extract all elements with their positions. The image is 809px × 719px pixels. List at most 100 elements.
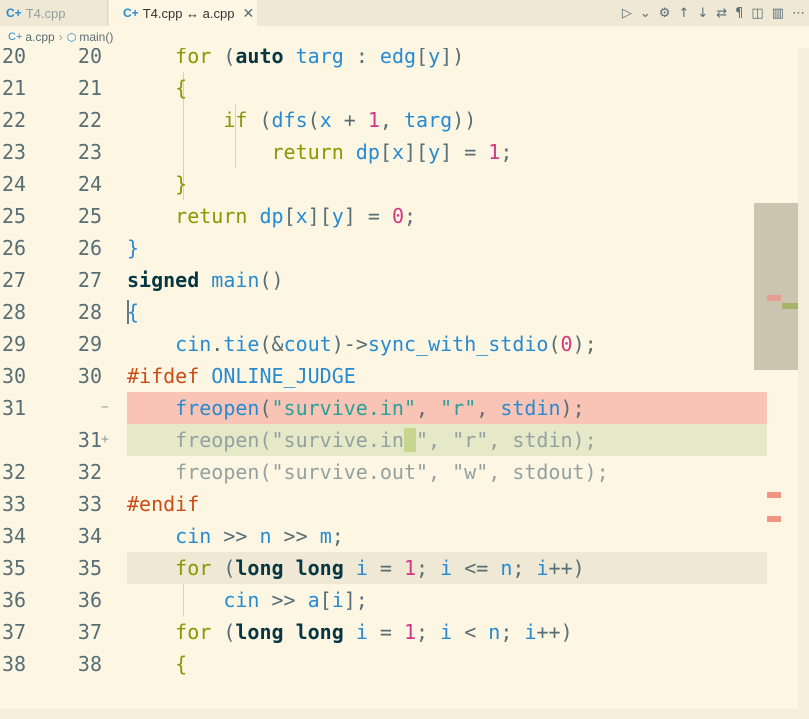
code-line[interactable]: 30 30 #ifdef ONLINE_JUDGE <box>0 360 809 392</box>
code-line[interactable]: 33 33 #endif <box>0 488 809 520</box>
open-file-icon[interactable]: ◫ <box>751 6 763 21</box>
code-token: 0 <box>391 204 405 228</box>
cpp-file-icon: C+ <box>6 6 22 20</box>
code-text[interactable]: #endif <box>127 488 199 520</box>
code-text[interactable]: signed main() <box>127 264 284 296</box>
line-number-modified: 30 <box>77 364 102 388</box>
code-text[interactable]: for (long long i = 1; i < n; i++) <box>127 616 572 648</box>
line-number-original: 23 <box>2 140 27 164</box>
code-text[interactable]: cin >> a[i]; <box>127 584 368 616</box>
code-text[interactable]: #ifdef ONLINE_JUDGE <box>127 360 356 392</box>
code-text[interactable]: return dp[x][y] = 1; <box>127 136 513 168</box>
code-line[interactable]: 35 35 for (long long i = 1; i <= n; i++) <box>0 552 809 584</box>
code-token: return <box>271 140 344 164</box>
code-token: m <box>319 524 332 548</box>
code-token: dfs <box>271 108 308 132</box>
code-text[interactable]: cin.tie(&cout)->sync_with_stdio(0); <box>127 328 597 360</box>
line-number-original: 32 <box>2 460 27 484</box>
code-line[interactable]: 28 28{ <box>0 296 809 328</box>
code-token: i <box>331 588 344 612</box>
code-line[interactable]: 31 + freopen("survive.in ", "r", stdin); <box>0 424 809 456</box>
code-text[interactable]: } <box>127 168 187 200</box>
line-number-original: 31 <box>2 396 27 420</box>
minimap-slider[interactable] <box>754 203 798 370</box>
code-token: { <box>175 652 188 676</box>
code-token: freopen("survive.in ", "r", stdin); <box>127 428 597 452</box>
code-token: cin <box>175 332 212 356</box>
code-token: cout <box>283 332 332 356</box>
code-line[interactable]: 32 32 freopen("survive.out", "w", stdout)… <box>0 456 809 488</box>
code-line[interactable]: 21 21 { <box>0 72 809 104</box>
code-token: #endif <box>127 492 200 516</box>
swap-sides-icon[interactable]: ⇄ <box>716 6 727 21</box>
line-number-original: 25 <box>2 204 27 228</box>
code-token: n <box>259 524 272 548</box>
horizontal-scrollbar[interactable] <box>0 709 809 719</box>
code-token: 1 <box>367 108 380 132</box>
breadcrumb-file[interactable]: a.cpp <box>25 30 54 44</box>
code-text[interactable]: { <box>127 648 187 680</box>
code-line[interactable]: 22 22 if (dfs(x + 1, targ)) <box>0 104 809 136</box>
whitespace-icon[interactable]: ¶ <box>735 6 743 21</box>
breadcrumb-symbol[interactable]: main() <box>79 30 113 44</box>
line-number-modified: 38 <box>77 652 102 676</box>
minimap-removed-marker <box>767 295 781 301</box>
line-number-original: 38 <box>2 652 27 676</box>
code-token: "r" <box>440 396 477 420</box>
code-text[interactable]: { <box>127 72 187 104</box>
line-number-original: 28 <box>2 300 27 324</box>
code-token: x <box>295 204 308 228</box>
code-line[interactable]: 29 29 cin.tie(&cout)->sync_with_stdio(0); <box>0 328 809 360</box>
line-number-modified: 37 <box>77 620 102 644</box>
code-text[interactable]: return dp[x][y] = 0; <box>127 200 416 232</box>
split-editor-icon[interactable]: ▥ <box>772 6 784 21</box>
code-line[interactable]: 34 34 cin >> n >> m; <box>0 520 809 552</box>
code-text[interactable]: cin >> n >> m; <box>127 520 344 552</box>
code-token: a <box>307 588 320 612</box>
code-line[interactable]: 23 23 return dp[x][y] = 1; <box>0 136 809 168</box>
line-number-original: 36 <box>2 588 27 612</box>
code-line[interactable]: 36 36 cin >> a[i]; <box>0 584 809 616</box>
tab-label: T4.cpp ↔ a.cpp <box>142 5 235 21</box>
line-number-original: 34 <box>2 524 27 548</box>
line-number-original: 26 <box>2 236 27 260</box>
code-line[interactable]: 37 37 for (long long i = 1; i < n; i++) <box>0 616 809 648</box>
code-text[interactable]: for (long long i = 1; i <= n; i++) <box>127 552 584 584</box>
gear-icon[interactable]: ⚙ <box>659 6 671 21</box>
code-line[interactable]: 27 27 signed main() <box>0 264 809 296</box>
code-line[interactable]: 31 − freopen("survive.in", "r", stdin); <box>0 392 809 424</box>
code-token: cin <box>175 524 212 548</box>
code-token: y <box>428 140 441 164</box>
chevron-down-icon[interactable]: ⌄ <box>640 6 651 21</box>
code-token: y <box>331 204 344 228</box>
code-text[interactable]: freopen("survive.in", "r", stdin); <box>127 392 584 424</box>
code-token: for <box>175 556 212 580</box>
minimap[interactable] <box>754 48 798 719</box>
line-number-original: 22 <box>2 108 27 132</box>
code-text[interactable]: freopen("survive.in ", "r", stdin); <box>127 424 597 456</box>
code-line[interactable]: 24 24 } <box>0 168 809 200</box>
line-number-modified: 32 <box>77 460 102 484</box>
line-number-modified: 31 <box>77 428 102 452</box>
code-line[interactable]: 26 26} <box>0 232 809 264</box>
code-line[interactable]: 38 38 { <box>0 648 809 680</box>
line-number-modified: 29 <box>77 332 102 356</box>
next-change-icon[interactable]: ↓ <box>697 6 708 21</box>
line-number-modified: 27 <box>77 268 102 292</box>
diff-editor[interactable]: 20 20 for (auto targ : edg[y]) 21 21 {22 22 … <box>0 40 809 719</box>
code-text[interactable]: if (dfs(x + 1, targ)) <box>127 104 476 136</box>
run-icon[interactable]: ▷ <box>622 6 632 21</box>
vertical-scrollbar[interactable] <box>798 48 809 719</box>
code-token: x <box>319 108 332 132</box>
line-number-modified: 22 <box>77 108 102 132</box>
tab-t4-cpp[interactable]: C+ T4.cpp <box>0 0 108 26</box>
close-icon[interactable]: ✕ <box>242 5 254 22</box>
more-actions-icon[interactable]: ⋯ <box>792 6 805 21</box>
code-token: } <box>127 236 140 260</box>
code-text[interactable]: freopen("survive.out", "w", stdout); <box>127 456 608 488</box>
tab-diff-t4-a[interactable]: C+ T4.cpp ↔ a.cpp ✕ <box>109 0 257 26</box>
code-line[interactable]: 25 25 return dp[x][y] = 0; <box>0 200 809 232</box>
previous-change-icon[interactable]: ↑ <box>678 6 689 21</box>
code-token: 1 <box>403 556 417 580</box>
code-text[interactable]: } <box>127 232 139 264</box>
